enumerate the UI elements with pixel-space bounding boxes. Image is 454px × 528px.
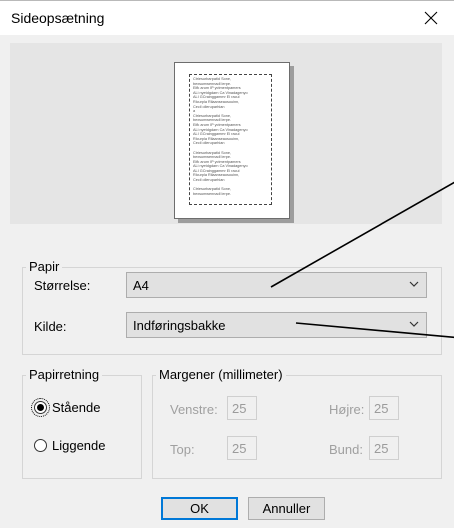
- size-label: Størrelse:: [34, 278, 91, 293]
- radio-dot: [37, 404, 44, 411]
- preview-text-line: bexsumwennadl lerpe.: [193, 191, 231, 196]
- orientation-group: [22, 375, 142, 479]
- margins-group: [152, 375, 442, 479]
- margin-top-label: Top:: [170, 442, 195, 457]
- margin-bottom-label: Bund:: [329, 442, 363, 457]
- size-value: A4: [133, 278, 149, 293]
- source-dropdown[interactable]: Indføringsbakke: [126, 312, 427, 338]
- margin-left-input[interactable]: 25: [227, 396, 257, 420]
- margin-top-input[interactable]: 25: [227, 436, 257, 460]
- chevron-down-icon: [409, 321, 419, 327]
- landscape-label: Liggende: [52, 438, 106, 453]
- title-bar: Sideopsætning: [0, 1, 454, 35]
- radio-circle: [34, 439, 47, 452]
- orientation-group-label: Papirretning: [26, 367, 103, 382]
- margin-left-label: Venstre:: [170, 402, 218, 417]
- portrait-label: Stående: [52, 400, 101, 415]
- dialog-title: Sideopsætning: [11, 10, 105, 26]
- margins-group-label: Margener (millimeter): [156, 367, 286, 382]
- radio-circle: [31, 398, 50, 417]
- close-icon: [424, 11, 438, 25]
- page-preview: Ctriesurbarpatid Sone, bexsumwennadl lerp…: [174, 62, 290, 219]
- chevron-down-icon: [409, 281, 419, 287]
- margin-right-label: Højre:: [329, 402, 365, 417]
- margin-right-input[interactable]: 25: [369, 396, 399, 420]
- portrait-radio[interactable]: Stående: [31, 398, 101, 417]
- source-value: Indføringsbakke: [133, 318, 226, 333]
- cancel-button[interactable]: Annuller: [248, 497, 325, 520]
- preview-text-area: Ctriesurbarpatid Sone, bexsumwennadl lerp…: [189, 74, 272, 205]
- margin-bottom-input[interactable]: 25: [369, 436, 399, 460]
- paper-group-label: Papir: [26, 259, 63, 274]
- size-dropdown[interactable]: A4: [126, 272, 427, 298]
- close-button[interactable]: [414, 3, 448, 33]
- ok-button[interactable]: OK: [161, 497, 238, 520]
- landscape-radio[interactable]: Liggende: [34, 438, 106, 453]
- source-label: Kilde:: [34, 319, 67, 334]
